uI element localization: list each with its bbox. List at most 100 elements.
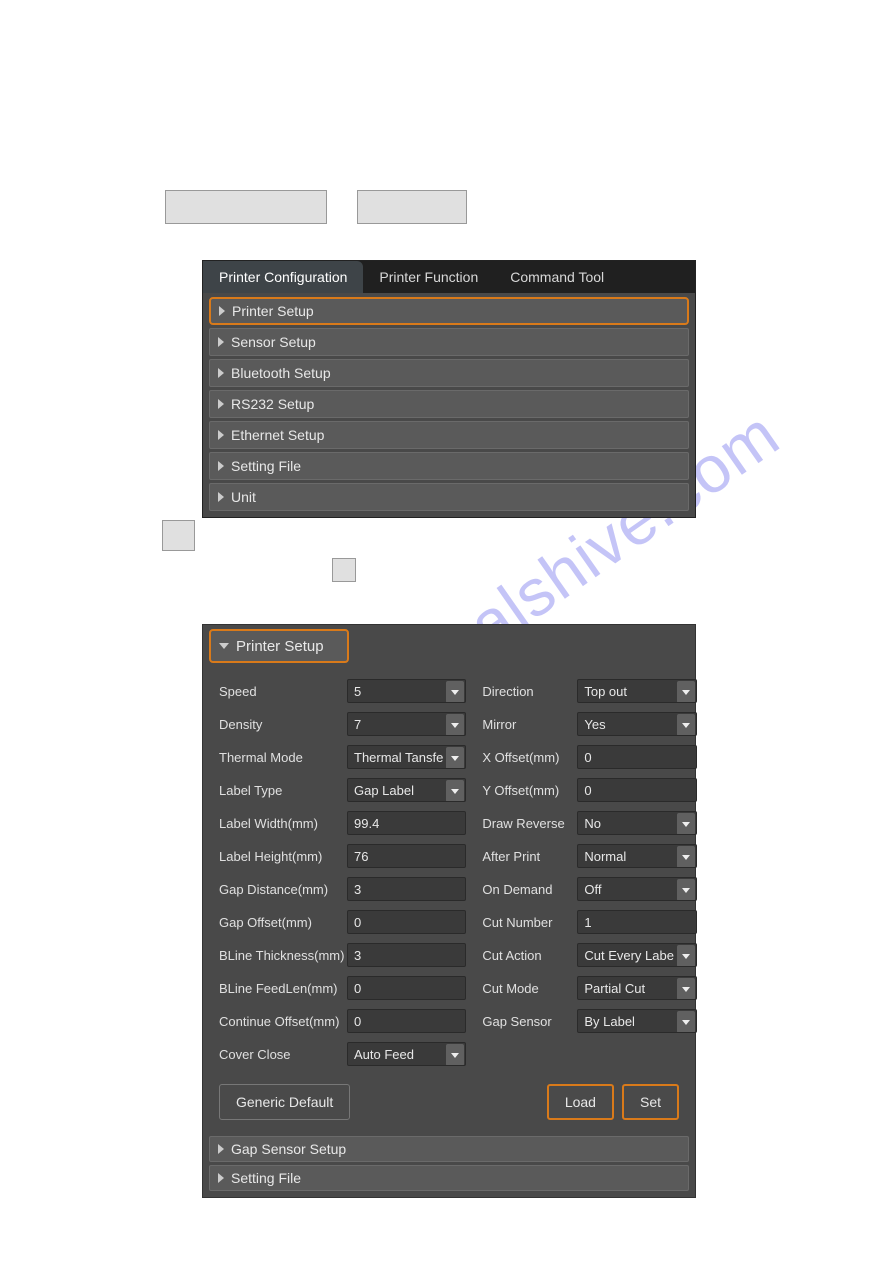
label-bline-feedlen: BLine FeedLen(mm)	[219, 981, 347, 996]
field-cut-mode: Cut Mode Partial Cut	[482, 976, 697, 1000]
chevron-right-icon	[218, 1144, 224, 1154]
label-bline-thickness: BLine Thickness(mm)	[219, 948, 347, 963]
chevron-down-icon	[451, 723, 459, 728]
input-continue-offset[interactable]: 0	[347, 1009, 466, 1033]
generic-default-button[interactable]: Generic Default	[219, 1084, 350, 1120]
select-draw-reverse[interactable]: No	[577, 811, 697, 835]
label-label-height: Label Height(mm)	[219, 849, 347, 864]
accordion-setting-file-footer[interactable]: Setting File	[209, 1165, 689, 1191]
field-x-offset: X Offset(mm) 0	[482, 745, 697, 769]
accordion-unit[interactable]: Unit	[209, 483, 689, 511]
accordion-ethernet-setup[interactable]: Ethernet Setup	[209, 421, 689, 449]
placeholder-box-2	[357, 190, 467, 224]
select-value: No	[584, 816, 601, 831]
dropdown-button-icon	[677, 945, 695, 967]
chevron-right-icon	[218, 337, 224, 347]
input-gap-offset[interactable]: 0	[347, 910, 466, 934]
select-on-demand[interactable]: Off	[577, 877, 697, 901]
select-density[interactable]: 7	[347, 712, 466, 736]
select-value: Off	[584, 882, 601, 897]
select-value: Thermal Tansfe	[354, 750, 443, 765]
tab-printer-configuration[interactable]: Printer Configuration	[203, 261, 363, 293]
dropdown-button-icon	[446, 1044, 464, 1066]
input-bline-feedlen[interactable]: 0	[347, 976, 466, 1000]
label-after-print: After Print	[482, 849, 577, 864]
select-gap-sensor[interactable]: By Label	[577, 1009, 697, 1033]
select-value: By Label	[584, 1014, 635, 1029]
accordion-gap-sensor-setup[interactable]: Gap Sensor Setup	[209, 1136, 689, 1162]
field-draw-reverse: Draw Reverse No	[482, 811, 697, 835]
chevron-down-icon	[451, 1053, 459, 1058]
label-speed: Speed	[219, 684, 347, 699]
input-bline-thickness[interactable]: 3	[347, 943, 466, 967]
label-x-offset: X Offset(mm)	[482, 750, 577, 765]
chevron-right-icon	[218, 368, 224, 378]
label-cut-mode: Cut Mode	[482, 981, 577, 996]
label-cut-number: Cut Number	[482, 915, 577, 930]
chevron-down-icon	[682, 1020, 690, 1025]
chevron-down-icon	[451, 756, 459, 761]
field-bline-feedlen: BLine FeedLen(mm) 0	[219, 976, 466, 1000]
accordion-sensor-setup[interactable]: Sensor Setup	[209, 328, 689, 356]
accordion-label: Bluetooth Setup	[231, 365, 331, 381]
input-cut-number[interactable]: 1	[577, 910, 697, 934]
field-speed: Speed 5	[219, 679, 466, 703]
dropdown-button-icon	[446, 780, 464, 802]
set-button[interactable]: Set	[622, 1084, 679, 1120]
select-mirror[interactable]: Yes	[577, 712, 697, 736]
select-value: Auto Feed	[354, 1047, 414, 1062]
dropdown-button-icon	[677, 714, 695, 736]
select-cover-close[interactable]: Auto Feed	[347, 1042, 466, 1066]
dropdown-button-icon	[446, 747, 464, 769]
input-label-width[interactable]: 99.4	[347, 811, 466, 835]
placeholder-box-3	[162, 520, 195, 551]
field-label-width: Label Width(mm) 99.4	[219, 811, 466, 835]
select-after-print[interactable]: Normal	[577, 844, 697, 868]
chevron-down-icon	[451, 789, 459, 794]
dropdown-button-icon	[677, 978, 695, 1000]
panel-header-printer-setup[interactable]: Printer Setup	[209, 629, 349, 663]
chevron-down-icon	[682, 888, 690, 893]
label-on-demand: On Demand	[482, 882, 577, 897]
field-cover-close: Cover Close Auto Feed	[219, 1042, 466, 1066]
label-y-offset: Y Offset(mm)	[482, 783, 577, 798]
select-value: Top out	[584, 684, 627, 699]
button-row: Generic Default Load Set	[209, 1066, 689, 1136]
label-label-width: Label Width(mm)	[219, 816, 347, 831]
input-y-offset[interactable]: 0	[577, 778, 697, 802]
printer-setup-panel: Printer Setup Speed 5 Density 7	[202, 624, 696, 1198]
select-cut-mode[interactable]: Partial Cut	[577, 976, 697, 1000]
select-cut-action[interactable]: Cut Every Labe	[577, 943, 697, 967]
field-gap-sensor: Gap Sensor By Label	[482, 1009, 697, 1033]
dropdown-button-icon	[677, 846, 695, 868]
input-label-height[interactable]: 76	[347, 844, 466, 868]
field-bline-thickness: BLine Thickness(mm) 3	[219, 943, 466, 967]
tab-command-tool[interactable]: Command Tool	[494, 261, 620, 293]
field-label-type: Label Type Gap Label	[219, 778, 466, 802]
label-direction: Direction	[482, 684, 577, 699]
select-thermal-mode[interactable]: Thermal Tansfe	[347, 745, 466, 769]
form-area: Speed 5 Density 7 Therma	[209, 673, 689, 1066]
field-cut-action: Cut Action Cut Every Labe	[482, 943, 697, 967]
input-gap-distance[interactable]: 3	[347, 877, 466, 901]
accordion-label: Printer Setup	[232, 303, 314, 319]
chevron-down-icon	[682, 690, 690, 695]
select-value: Normal	[584, 849, 626, 864]
input-x-offset[interactable]: 0	[577, 745, 697, 769]
dropdown-button-icon	[677, 681, 695, 703]
accordion-printer-setup[interactable]: Printer Setup	[209, 297, 689, 325]
select-direction[interactable]: Top out	[577, 679, 697, 703]
load-button[interactable]: Load	[547, 1084, 614, 1120]
tab-printer-function[interactable]: Printer Function	[363, 261, 494, 293]
label-gap-sensor: Gap Sensor	[482, 1014, 577, 1029]
accordion-rs232-setup[interactable]: RS232 Setup	[209, 390, 689, 418]
select-value: Yes	[584, 717, 605, 732]
accordion-bluetooth-setup[interactable]: Bluetooth Setup	[209, 359, 689, 387]
field-label-height: Label Height(mm) 76	[219, 844, 466, 868]
accordion-list: Printer Setup Sensor Setup Bluetooth Set…	[203, 293, 695, 517]
accordion-label: Ethernet Setup	[231, 427, 324, 443]
select-label-type[interactable]: Gap Label	[347, 778, 466, 802]
label-label-type: Label Type	[219, 783, 347, 798]
accordion-setting-file[interactable]: Setting File	[209, 452, 689, 480]
select-speed[interactable]: 5	[347, 679, 466, 703]
